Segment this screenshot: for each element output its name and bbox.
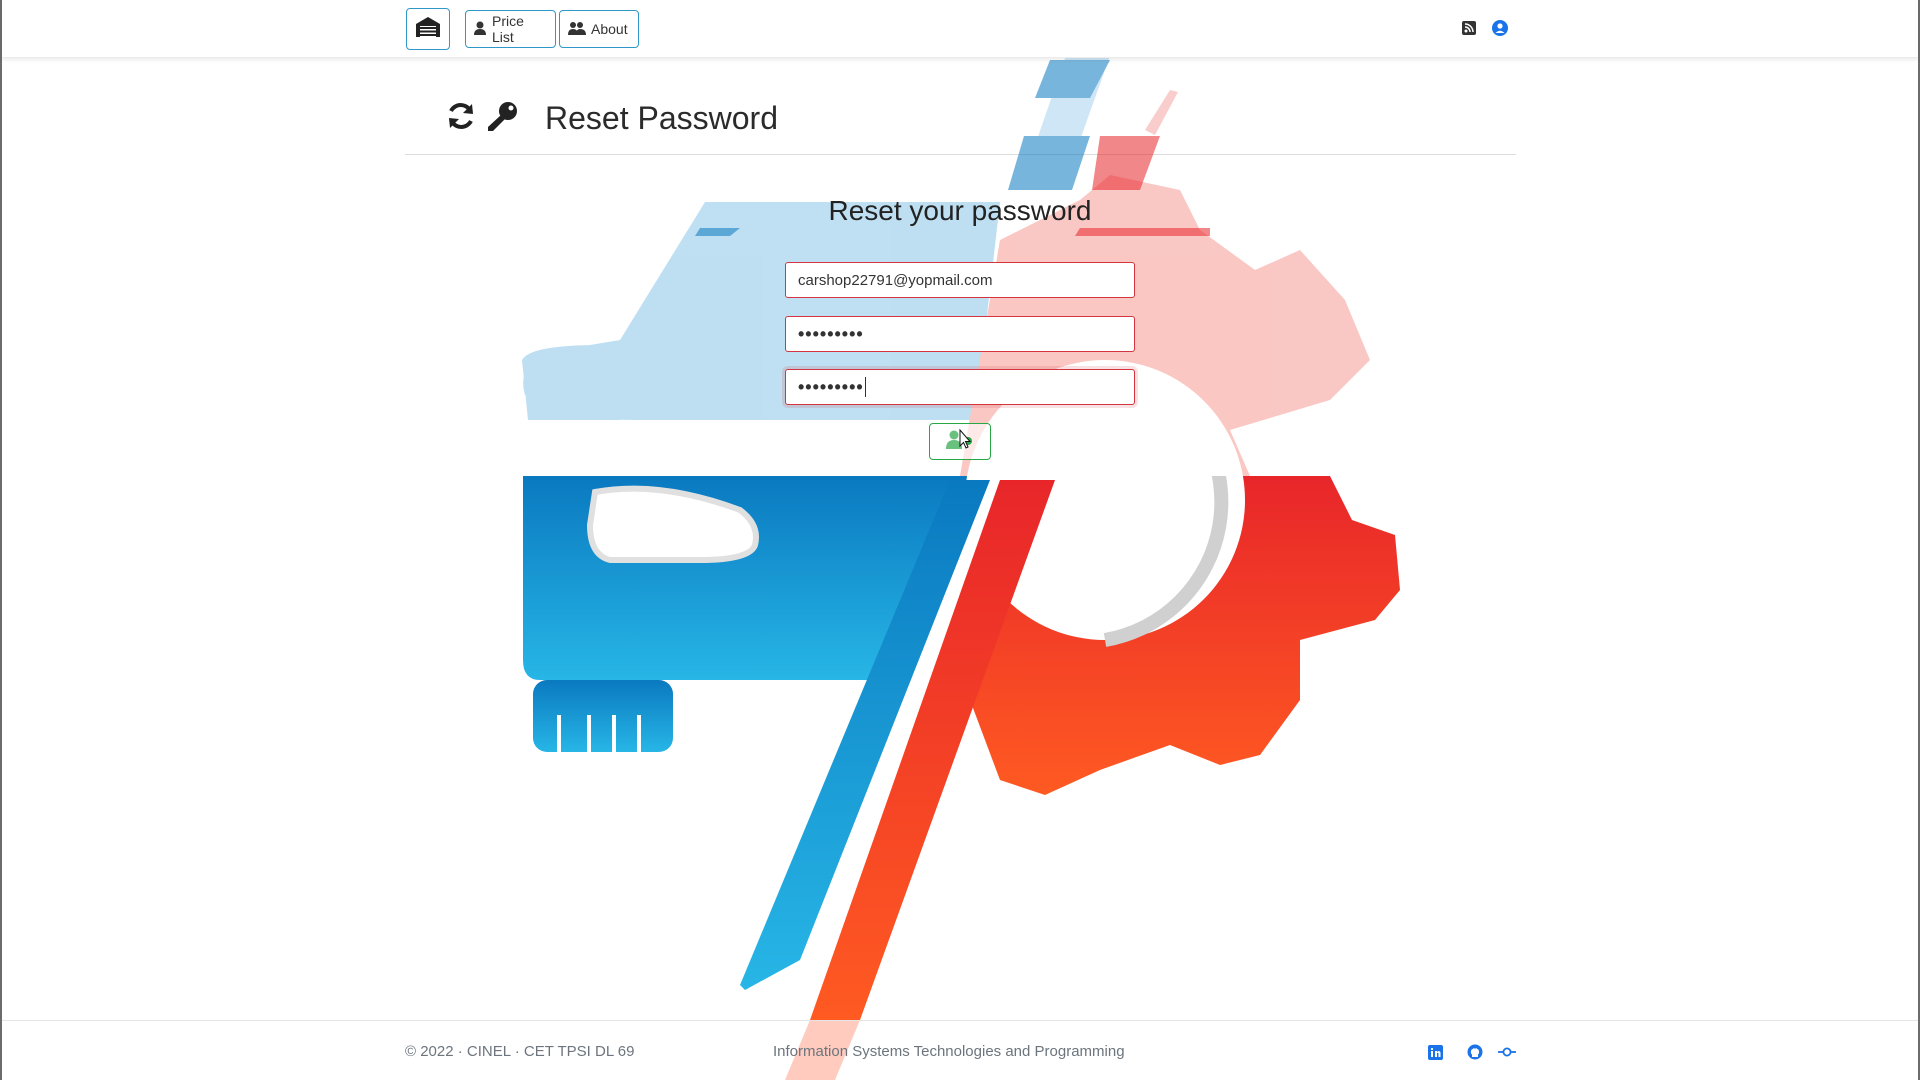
email-field[interactable]: carshop22791@yopmail.com xyxy=(785,262,1135,298)
footer: © 2022 · CINEL · CET TPSI DL 69 Informat… xyxy=(2,1020,1918,1080)
user-tag-icon xyxy=(474,21,487,38)
submit-button[interactable] xyxy=(929,423,991,460)
about-label: About xyxy=(591,21,628,37)
garage-icon xyxy=(415,16,441,43)
confirm-password-field[interactable]: ••••••••• xyxy=(785,369,1135,405)
new-password-field[interactable]: ••••••••• xyxy=(785,316,1135,352)
rss-icon[interactable] xyxy=(1461,20,1477,36)
footer-tagline: Information Systems Technologies and Pro… xyxy=(773,1043,1125,1060)
home-button[interactable] xyxy=(406,8,450,50)
text-caret xyxy=(864,377,866,397)
about-button[interactable]: About xyxy=(559,10,639,48)
form-title: Reset your password xyxy=(828,195,1092,226)
copyright-text: © 2022 · CINEL · CET TPSI DL 69 xyxy=(405,1043,635,1060)
new-password-value: ••••••••• xyxy=(798,323,864,344)
reset-password-form: Reset your password carshop22791@yopmail… xyxy=(0,0,1920,1080)
top-navbar: Price List About xyxy=(2,0,1918,58)
confirm-password-value: ••••••••• xyxy=(798,376,864,397)
user-circle-icon[interactable] xyxy=(1492,20,1508,36)
price-list-label: Price List xyxy=(492,13,524,45)
users-icon xyxy=(568,21,586,38)
user-check-icon xyxy=(945,428,975,455)
linkedin-icon[interactable] xyxy=(1426,1043,1444,1061)
email-value: carshop22791@yopmail.com xyxy=(798,271,993,289)
commit-icon[interactable] xyxy=(1498,1043,1516,1061)
price-list-button[interactable]: Price List xyxy=(465,10,556,48)
github-icon[interactable] xyxy=(1466,1043,1484,1061)
